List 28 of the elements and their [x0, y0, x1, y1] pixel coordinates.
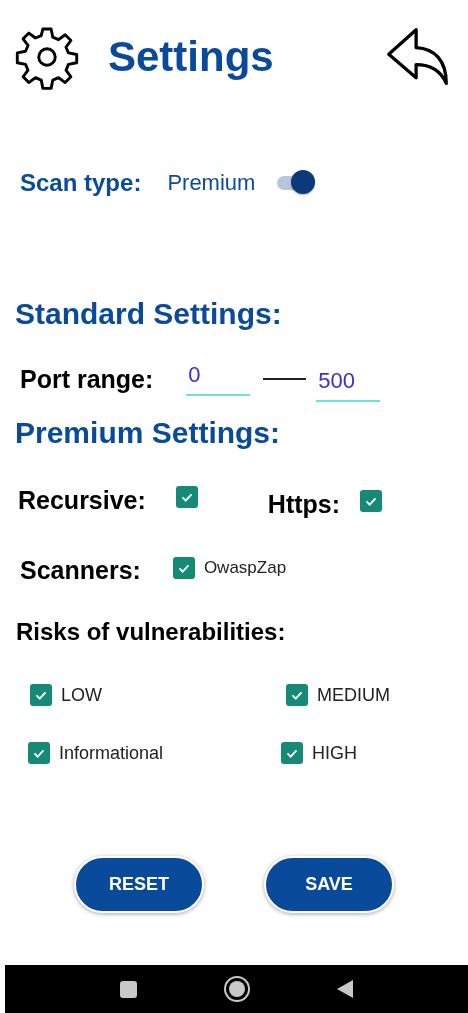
page-title: Settings [108, 33, 275, 81]
risk-label: MEDIUM [317, 684, 390, 706]
recents-icon[interactable] [120, 980, 137, 998]
section-heading: Premium Settings: [14, 416, 282, 450]
back-icon[interactable] [337, 980, 353, 998]
section-heading: Standard Settings: [14, 297, 283, 331]
option-label: Https: [267, 489, 341, 519]
checkbox[interactable] [30, 684, 52, 706]
checkbox[interactable] [360, 489, 383, 512]
checkbox[interactable] [175, 485, 198, 508]
port-to-field[interactable]: 500 [316, 368, 381, 402]
risk-label: LOW [61, 684, 102, 706]
risk-label: Informational [59, 742, 164, 764]
risk-label: HIGH [312, 742, 357, 764]
checkbox[interactable] [172, 557, 195, 579]
action-button[interactable]: SAVE [264, 856, 394, 913]
port-range-label: Port range: [20, 364, 154, 394]
scan-type-label: Scan type: [20, 169, 142, 197]
action-button[interactable]: RESET [74, 856, 204, 913]
checkbox[interactable] [28, 742, 50, 764]
checkbox[interactable] [281, 742, 303, 764]
option-label: Recursive: [18, 485, 146, 515]
scanners-label: Scanners: [20, 555, 141, 585]
scanner-label: OwaspZap [203, 558, 287, 578]
risks-heading: Risks of vulnerabilities: [15, 618, 287, 646]
port-from-field[interactable]: 0 [186, 362, 251, 396]
scan-type-value: Premium [167, 170, 256, 196]
checkbox[interactable] [286, 684, 308, 706]
